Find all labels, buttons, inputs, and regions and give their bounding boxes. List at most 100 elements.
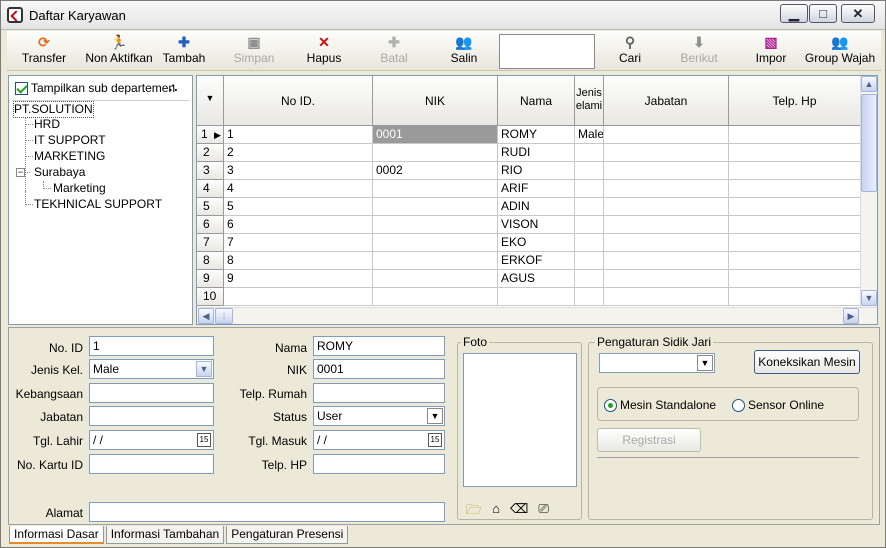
cell-jabatan[interactable] [604,126,729,144]
alamat-field[interactable] [89,502,445,522]
cell-jabatan[interactable] [604,288,729,306]
tree-node-it-support[interactable]: IT SUPPORT [34,133,106,148]
tgl-masuk-field[interactable]: / /15 [313,430,445,450]
cell-nama[interactable]: ERKOF [498,252,575,270]
row-header[interactable]: 10 [197,288,224,306]
salin-button[interactable]: 👥 Salin [439,33,489,69]
online-radio[interactable]: Sensor Online [732,398,824,412]
cell-nik[interactable] [373,216,498,234]
cell-jenis[interactable] [575,288,604,306]
col-header-no-id[interactable]: No ID. [224,76,373,126]
collapse-icon[interactable]: − [16,168,25,177]
col-header-nama[interactable]: Nama [498,76,575,126]
cell-telp[interactable] [729,144,861,162]
col-header-jabatan[interactable]: Jabatan [604,76,729,126]
cell-jabatan[interactable] [604,180,729,198]
minimize-button[interactable]: ▁ [780,4,808,23]
chevron-down-icon[interactable]: ▼ [196,361,212,377]
scroll-right-icon[interactable]: ▶ [843,308,859,324]
cell-no-id[interactable]: 8 [224,252,373,270]
no-kartu-field[interactable] [89,454,214,474]
cell-no-id[interactable]: 3 [224,162,373,180]
non-aktifkan-button[interactable]: 🏃 Non Aktifkan [79,33,159,69]
cell-telp[interactable] [729,234,861,252]
cell-telp[interactable] [729,126,861,144]
scroll-up-icon[interactable]: ▲ [861,76,877,92]
grid-horizontal-scrollbar[interactable]: ◀ ⦙ ▶ [197,307,877,324]
tgl-lahir-field[interactable]: / /15 [89,430,214,450]
cell-nama[interactable]: RIO [498,162,575,180]
row-header[interactable]: 8 [197,252,224,270]
table-row[interactable]: 5 5 ADIN [197,198,861,216]
nama-field[interactable]: ROMY [313,336,445,356]
cell-nik[interactable] [373,270,498,288]
cari-button[interactable]: ⚲ Cari [599,33,661,69]
cell-telp[interactable] [729,252,861,270]
cell-nik[interactable] [373,252,498,270]
row-header[interactable]: 9 [197,270,224,288]
table-row[interactable]: 8 8 ERKOF [197,252,861,270]
cell-jabatan[interactable] [604,198,729,216]
close-button[interactable]: ✕ [841,4,875,23]
cell-nama[interactable] [498,288,575,306]
cell-telp[interactable] [729,198,861,216]
simpan-button[interactable]: ▣ Simpan [229,33,279,69]
cell-nama[interactable]: EKO [498,234,575,252]
cell-nik[interactable] [373,144,498,162]
nik-field[interactable]: 0001 [313,359,445,379]
cell-jabatan[interactable] [604,270,729,288]
col-header-telp-hp[interactable]: Telp. Hp [729,76,861,126]
cell-jabatan[interactable] [604,234,729,252]
cell-no-id[interactable]: 2 [224,144,373,162]
cell-nama[interactable]: AGUS [498,270,575,288]
cell-jenis[interactable] [575,216,604,234]
cell-nama[interactable]: ROMY [498,126,575,144]
jabatan-field[interactable] [89,406,214,426]
tree-node-marketing[interactable]: MARKETING [34,149,105,164]
row-header[interactable]: 3 [197,162,224,180]
table-row[interactable]: 10 [197,288,861,306]
table-row[interactable]: 9 9 AGUS [197,270,861,288]
register-button[interactable]: Registrasi [597,428,701,452]
tree-node-hrd[interactable]: HRD [34,117,60,132]
tree-node-tekhnical-support[interactable]: TEKHNICAL SUPPORT [34,197,162,212]
row-header[interactable]: 4 [197,180,224,198]
tree-node-surabaya-marketing[interactable]: Marketing [53,181,106,196]
eraser-icon[interactable]: ⌫ [510,501,528,523]
cell-telp[interactable] [729,270,861,288]
tree-node-surabaya[interactable]: Surabaya [34,165,85,180]
cell-jabatan[interactable] [604,144,729,162]
chevron-down-icon[interactable]: ▼ [427,408,443,424]
tambah-button[interactable]: ✚ Tambah [159,33,209,69]
cell-no-id[interactable]: 7 [224,234,373,252]
cell-jenis[interactable]: Male [575,126,604,144]
row-header-corner[interactable]: ▼ [197,76,224,126]
checkbox-box[interactable] [15,81,28,95]
photo-box[interactable] [463,353,577,487]
cell-jabatan[interactable] [604,162,729,180]
jenis-kel-select[interactable]: Male ▼ [89,359,214,379]
cell-nik[interactable] [373,198,498,216]
hapus-button[interactable]: ✕ Hapus [299,33,349,69]
open-folder-icon[interactable]: 🗁 [466,501,482,523]
cell-nama[interactable]: ADIN [498,198,575,216]
camera-icon[interactable]: ⌂ [492,501,500,523]
cell-nik[interactable] [373,288,498,306]
cell-nik[interactable]: 0001 [373,126,498,144]
status-select[interactable]: User ▼ [313,406,445,426]
grid-vertical-scrollbar[interactable]: ▲ ▼ [860,76,877,308]
cell-telp[interactable] [729,162,861,180]
cell-no-id[interactable] [224,288,373,306]
cell-no-id[interactable]: 4 [224,180,373,198]
tab-informasi-dasar[interactable]: Informasi Dasar [9,526,104,544]
transfer-button[interactable]: ⟳ Transfer [15,33,73,69]
cell-jabatan[interactable] [604,216,729,234]
berikut-button[interactable]: ⬇ Berikut [669,33,729,69]
cell-no-id[interactable]: 5 [224,198,373,216]
calendar-icon[interactable]: 15 [197,433,211,447]
table-row[interactable]: 6 6 VISON [197,216,861,234]
cell-jenis[interactable] [575,180,604,198]
row-header[interactable]: 7 [197,234,224,252]
cell-jenis[interactable] [575,270,604,288]
cell-no-id[interactable]: 9 [224,270,373,288]
